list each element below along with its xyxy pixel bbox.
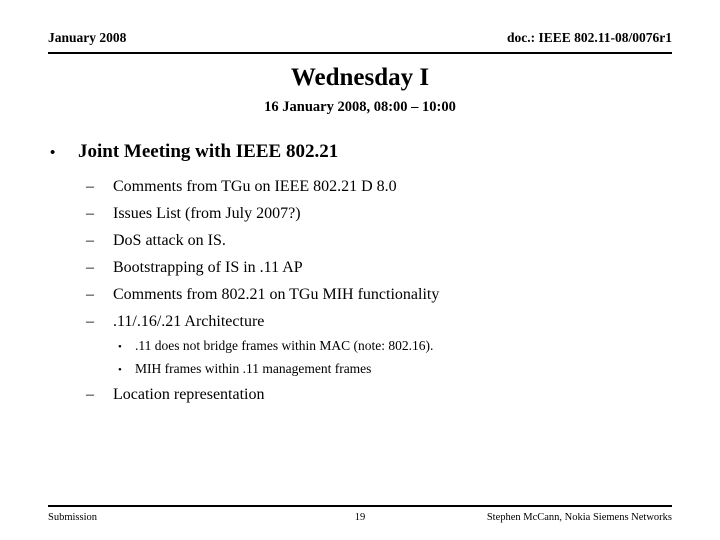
outline-item-level-3: • .11 does not bridge frames within MAC (… <box>0 335 720 358</box>
bullet-marker-icon: – <box>86 386 94 403</box>
footer-author: Stephen McCann, Nokia Siemens Networks <box>486 512 672 523</box>
slide-title: Wednesday I <box>290 64 430 91</box>
bullet-marker-icon: – <box>86 286 94 303</box>
outline-item-level-2: – .11/.16/.21 Architecture <box>0 308 720 335</box>
bullet-marker-icon: – <box>86 205 94 222</box>
outline-item-level-2: – Issues List (from July 2007?) <box>0 200 720 227</box>
outline-item-level-2: – DoS attack on IS. <box>0 227 720 254</box>
bullet-marker-icon: – <box>86 178 94 195</box>
outline-item-text: Comments from TGu on IEEE 802.21 D 8.0 <box>113 178 397 195</box>
slide-subtitle: 16 January 2008, 08:00 – 10:00 <box>264 99 456 115</box>
bullet-marker-icon: – <box>86 259 94 276</box>
bullet-marker-icon: • <box>118 341 122 353</box>
outline-item-text: Location representation <box>113 386 265 403</box>
slide-header: January 2008 doc.: IEEE 802.11-08/0076r1 <box>48 30 672 54</box>
outline-item-text: .11 does not bridge frames within MAC (n… <box>135 338 434 353</box>
outline-item-level-2: – Location representation <box>0 381 720 408</box>
slide-footer: Submission 19 Stephen McCann, Nokia Siem… <box>48 505 672 527</box>
slide-page: January 2008 doc.: IEEE 802.11-08/0076r1… <box>0 0 720 540</box>
header-document-number: doc.: IEEE 802.11-08/0076r1 <box>506 30 672 45</box>
header-date: January 2008 <box>48 30 127 45</box>
bullet-marker-icon: • <box>50 145 56 161</box>
outline-item-text: Bootstrapping of IS in .11 AP <box>113 259 303 276</box>
outline-item-text: DoS attack on IS. <box>113 232 226 249</box>
outline-item-text: Joint Meeting with IEEE 802.21 <box>78 141 339 162</box>
slide-body: • Joint Meeting with IEEE 802.21 – Comments… <box>0 138 720 408</box>
outline-item-level-1: • Joint Meeting with IEEE 802.21 <box>0 138 720 167</box>
outline-item-level-3: • MIH frames within .11 management frames <box>0 358 720 381</box>
bullet-marker-icon: • <box>118 364 122 376</box>
outline-item-level-2: – Comments from TGu on IEEE 802.21 D 8.0 <box>0 173 720 200</box>
outline-item-text: Comments from 802.21 on TGu MIH function… <box>113 286 440 303</box>
outline-item-level-2: – Bootstrapping of IS in .11 AP <box>0 254 720 281</box>
outline-item-level-2: – Comments from 802.21 on TGu MIH functio… <box>0 281 720 308</box>
bullet-marker-icon: – <box>86 313 94 330</box>
bullet-marker-icon: – <box>86 232 94 249</box>
outline-item-text: .11/.16/.21 Architecture <box>113 313 265 330</box>
outline-item-text: Issues List (from July 2007?) <box>113 205 301 222</box>
outline-item-text: MIH frames within .11 management frames <box>135 361 372 376</box>
